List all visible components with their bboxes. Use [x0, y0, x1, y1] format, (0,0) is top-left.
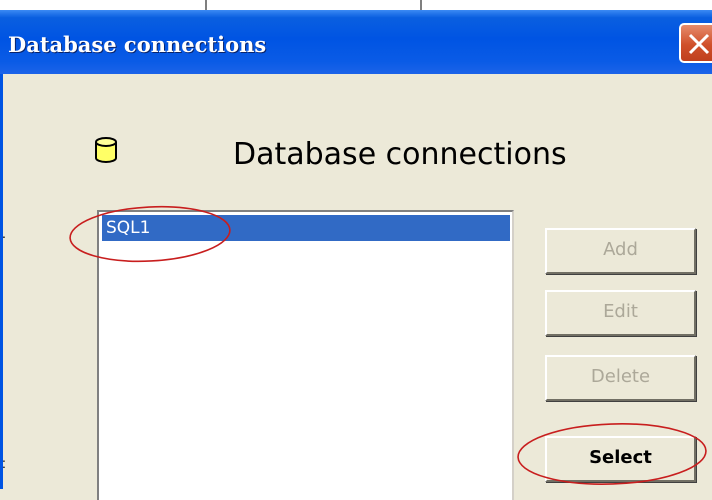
dialog-heading: Database connections	[233, 137, 567, 172]
delete-button[interactable]: Delete	[545, 355, 696, 401]
list-item[interactable]: SQL1	[102, 215, 510, 241]
window-title: Database connections	[8, 32, 267, 57]
add-button[interactable]: Add	[545, 228, 696, 274]
background-separator	[420, 0, 422, 10]
background-artifact: .	[2, 225, 6, 241]
background-artifact: :	[2, 455, 6, 471]
edit-button[interactable]: Edit	[545, 290, 696, 336]
connections-listbox[interactable]: SQL1	[97, 210, 514, 500]
close-button[interactable]	[679, 23, 712, 63]
title-bar[interactable]: Database connections	[0, 10, 712, 74]
window-border	[0, 74, 3, 489]
database-icon	[95, 137, 117, 163]
select-button[interactable]: Select	[545, 436, 696, 482]
background-separator	[205, 0, 207, 10]
background-window-strip	[0, 0, 712, 10]
close-icon	[688, 33, 710, 55]
